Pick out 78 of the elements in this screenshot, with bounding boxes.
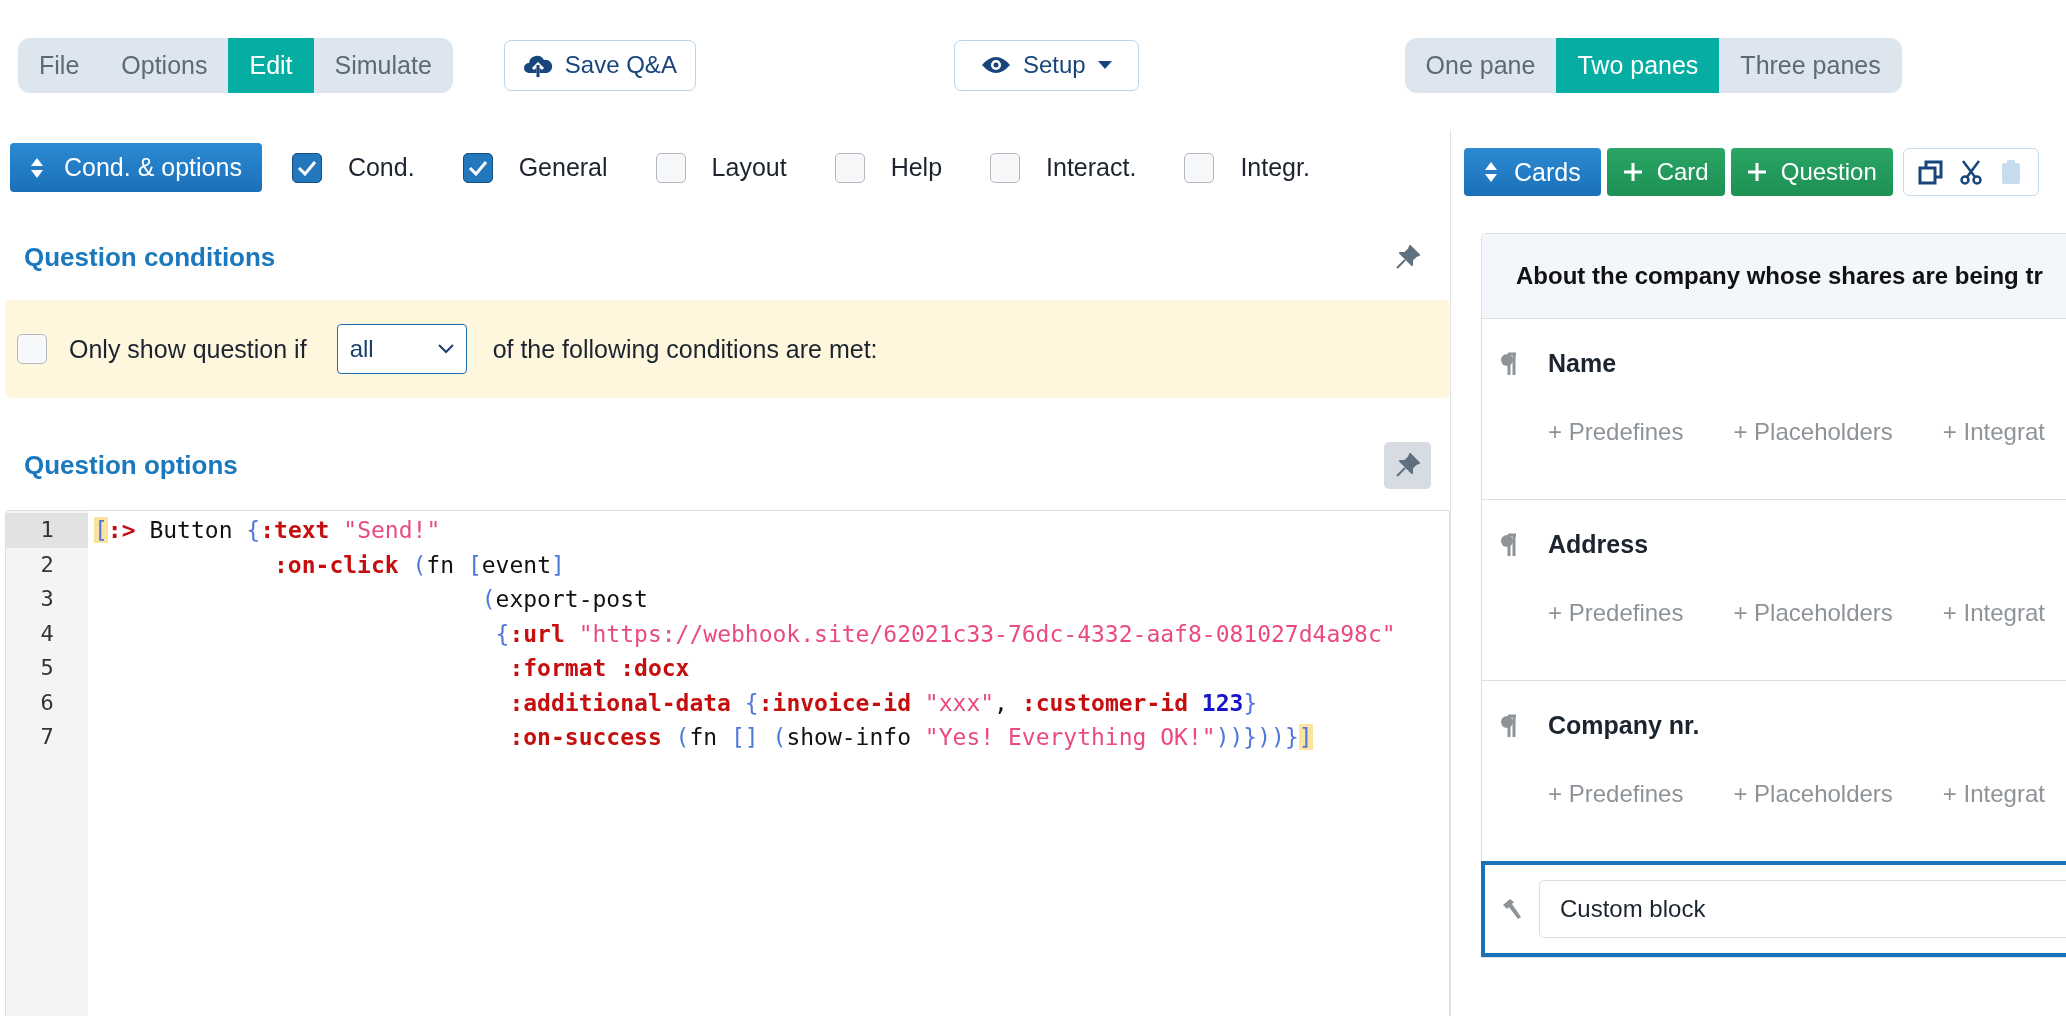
code-editor[interactable]: [5, 510, 1450, 1016]
line-number: 1: [6, 513, 88, 548]
add-link[interactable]: + Integrat: [1942, 599, 2045, 627]
add-button[interactable]: Card: [1606, 148, 1725, 196]
code-line: :additional-data {:invoice-id "xxx", :customer-id 123}: [508, 688, 1259, 718]
chevron-down-icon: [437, 344, 454, 354]
cut-icon[interactable]: [1957, 159, 1984, 185]
condition-label: Only show question if: [69, 334, 307, 364]
custom-block-field[interactable]: Custom block: [1539, 880, 2066, 938]
pane-tab[interactable]: Two panes: [1556, 37, 1720, 93]
card-title: About the company whose shares are being tr: [1516, 262, 2043, 290]
checkbox[interactable]: [291, 152, 322, 183]
checkbox[interactable]: [655, 152, 686, 183]
checkbox[interactable]: [834, 152, 865, 183]
code-line: [:> Button {:text "Send!": [94, 516, 442, 545]
checkbox-label: Cond.: [347, 153, 415, 182]
pin-icon: [1394, 244, 1421, 270]
pilcrow-icon: [1500, 532, 1518, 557]
pin-icon: [1394, 452, 1421, 478]
pilcrow-icon: [1500, 713, 1518, 738]
menu-tab[interactable]: Edit: [228, 37, 314, 93]
setup-dropdown[interactable]: Setup: [953, 39, 1139, 91]
add-link[interactable]: + Predefines: [1548, 418, 1684, 446]
checkbox-label: General: [518, 153, 608, 182]
code-line: :on-success (fn [] (show-info "Yes! Everything OK!"))}))}]: [508, 723, 1314, 752]
eye-icon: [980, 55, 1011, 75]
menu-tab[interactable]: Simulate: [313, 37, 453, 93]
plus-icon: [1746, 162, 1767, 182]
checkbox-label: Help: [890, 153, 943, 182]
code-line: :format :docx: [508, 654, 691, 683]
code-line: :on-click (fn [event]: [273, 550, 566, 580]
cards-button[interactable]: Cards: [1464, 148, 1601, 196]
line-number: 4: [39, 619, 55, 648]
check-icon: [296, 159, 317, 176]
caret-icon: [1097, 61, 1112, 69]
copy-icon[interactable]: [1917, 159, 1944, 185]
add-link[interactable]: + Integrat: [1942, 780, 2045, 808]
checkbox-label: Integr.: [1240, 153, 1310, 182]
line-number: 3: [39, 585, 55, 613]
check-icon: [467, 159, 488, 176]
condition-label: of the following conditions are met:: [492, 334, 878, 364]
section-title: Question conditions: [24, 241, 276, 273]
checkbox[interactable]: [990, 152, 1021, 183]
line-number: 7: [39, 723, 55, 751]
cond-options-button[interactable]: Cond. & options: [10, 143, 262, 192]
match-select[interactable]: all: [336, 324, 467, 374]
checkbox[interactable]: [462, 152, 493, 183]
checkbox[interactable]: [17, 334, 47, 364]
menu-tab[interactable]: Options: [100, 37, 229, 93]
question-label: Name: [1548, 349, 1617, 378]
plus-icon: [1622, 162, 1643, 182]
sort-caret-icon: [1484, 161, 1498, 183]
code-line: (export-post: [480, 585, 649, 614]
line-number: 2: [39, 550, 55, 579]
line-number: 5: [39, 654, 55, 682]
code-line: {:url "https://webhook.site/62021c33-76dc-4332-aaf8-081027d4a98c": [494, 619, 1396, 649]
add-link[interactable]: + Predefines: [1548, 780, 1684, 808]
custom-block[interactable]: Custom block: [1481, 861, 2066, 957]
checkbox-label: Interact.: [1046, 153, 1137, 182]
checkbox[interactable]: [1184, 152, 1215, 183]
sort-caret-icon: [30, 156, 44, 179]
save-button[interactable]: Save Q&A: [503, 39, 696, 91]
add-link[interactable]: + Placeholders: [1733, 418, 1893, 446]
pilcrow-icon: [1500, 351, 1518, 376]
section-title: Question options: [24, 449, 238, 481]
question-label: Address: [1548, 530, 1649, 559]
pin-button[interactable]: [1384, 441, 1431, 489]
checkbox-label: Layout: [711, 153, 787, 182]
line-number: 6: [39, 688, 55, 717]
menu-tab[interactable]: File: [18, 37, 101, 93]
pane-tab[interactable]: One pane: [1404, 37, 1557, 93]
add-link[interactable]: + Placeholders: [1733, 780, 1893, 808]
add-button[interactable]: Question: [1730, 148, 1893, 196]
pane-tab[interactable]: Three panes: [1719, 37, 1902, 93]
add-link[interactable]: + Placeholders: [1733, 599, 1893, 627]
question-label: Company nr.: [1548, 711, 1700, 740]
add-link[interactable]: + Predefines: [1548, 599, 1684, 627]
add-link[interactable]: + Integrat: [1942, 418, 2045, 446]
